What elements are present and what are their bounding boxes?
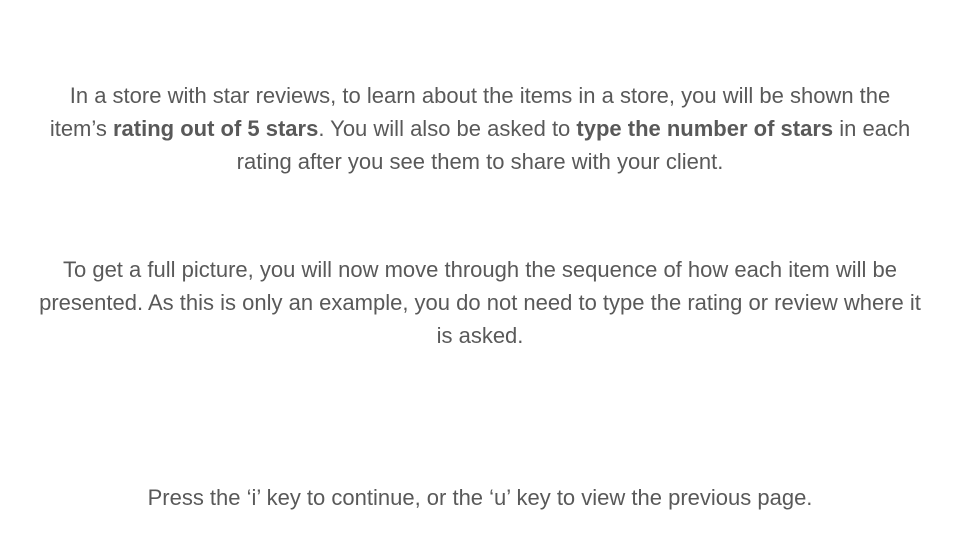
intro-bold-rating: rating out of 5 stars — [112, 116, 319, 141]
instruction-paragraph-intro: In a store with star reviews, to learn a… — [0, 79, 960, 178]
intro-text-2: . You will also be asked to — [318, 116, 577, 141]
instruction-paragraph-example: To get a full picture, you will now move… — [39, 257, 921, 348]
navigation-hint: Press the ‘i’ key to continue, or the ‘u… — [147, 485, 813, 510]
intro-bold-type-stars: type the number of stars — [576, 116, 834, 141]
